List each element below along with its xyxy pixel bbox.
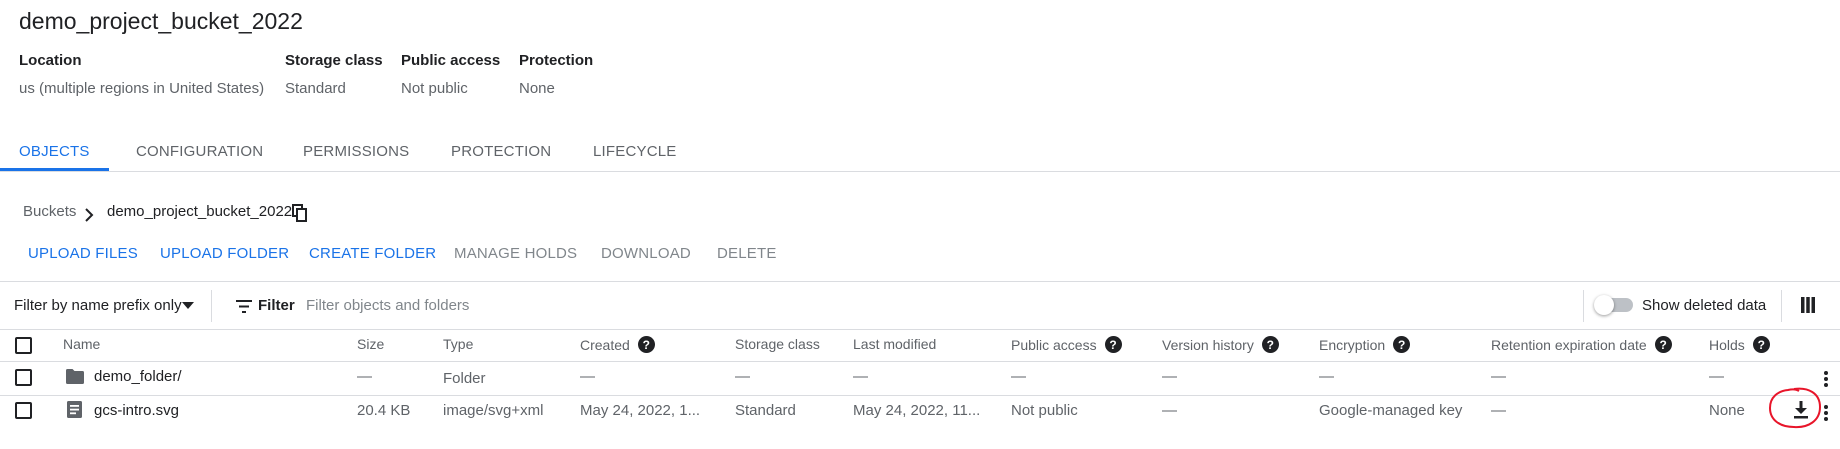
public-access-label: Public access [401,52,501,69]
column-header-label: Version history [1162,336,1254,353]
column-header-size[interactable]: Size [357,336,384,352]
help-icon[interactable]: ? [1261,336,1279,353]
help-icon[interactable]: ? [1393,336,1411,353]
select-all-checkbox[interactable] [15,337,32,354]
column-header-public-access[interactable]: Public access? [1011,336,1122,353]
row-version-history: — [1162,402,1177,419]
manage-holds-button[interactable]: MANAGE HOLDS [454,245,577,262]
help-icon[interactable]: ? [1104,336,1122,353]
row-retention: — [1491,402,1506,419]
filter-label[interactable]: Filter [258,297,295,314]
folder-icon [66,369,84,384]
tab-permissions[interactable]: PERMISSIONS [303,143,409,160]
filter-mode-select[interactable]: Filter by name prefix only [14,297,182,314]
row-size: — [357,368,372,385]
row-version-history: — [1162,368,1177,385]
row-name-link[interactable]: demo_folder/ [94,368,182,385]
create-folder-button[interactable]: CREATE FOLDER [309,245,436,262]
tab-bar: OBJECTS CONFIGURATION PERMISSIONS PROTEC… [0,140,1840,172]
row-storage-class: Standard [735,402,796,419]
filter-icon [236,300,252,313]
breadcrumb-current: demo_project_bucket_2022 [107,203,293,220]
delete-button[interactable]: DELETE [717,245,777,262]
file-icon [67,401,82,418]
help-icon[interactable]: ? [1654,336,1672,353]
storage-class-value: Standard [285,80,346,97]
row-size: 20.4 KB [357,402,411,419]
filter-divider [211,290,212,322]
divider [0,395,1840,396]
column-header-label: Public access [1011,336,1097,353]
column-header-label: Created [580,336,630,353]
column-header-label: Holds [1709,336,1745,353]
column-header-name[interactable]: Name [63,336,100,352]
chevron-right-icon [85,208,94,222]
row-created: — [580,368,595,385]
column-header-storage-class[interactable]: Storage class [735,336,820,352]
protection-value: None [519,80,555,97]
column-header-encryption[interactable]: Encryption? [1319,336,1411,353]
filter-input[interactable]: Filter objects and folders [306,297,469,314]
row-public-access: Not public [1011,402,1078,419]
column-header-holds[interactable]: Holds? [1709,336,1770,353]
column-header-last-modified[interactable]: Last modified [853,336,936,352]
help-icon[interactable]: ? [1752,336,1770,353]
row-storage-class: — [735,368,750,385]
tab-configuration[interactable]: CONFIGURATION [136,143,263,160]
row-name-link[interactable]: gcs-intro.svg [94,402,179,419]
row-checkbox[interactable] [15,369,32,386]
tab-lifecycle[interactable]: LIFECYCLE [593,143,677,160]
row-holds: — [1709,368,1724,385]
row-encryption: Google-managed key [1319,402,1463,419]
toggle-knob[interactable] [1594,295,1614,315]
copy-icon[interactable] [292,204,308,222]
row-checkbox[interactable] [15,402,32,419]
caret-down-icon [182,302,194,309]
column-header-label: Size [357,336,385,352]
help-icon[interactable]: ? [637,336,655,353]
location-label: Location [19,52,82,69]
columns-divider [1781,290,1782,322]
column-header-label: Name [63,336,101,352]
row-public-access: — [1011,368,1026,385]
column-header-label: Type [443,336,474,352]
location-value: us (multiple regions in United States) [19,80,265,97]
column-header-label: Retention expiration date [1491,336,1647,353]
column-header-version-history[interactable]: Version history? [1162,336,1279,353]
column-header-label: Encryption [1319,336,1386,353]
protection-label: Protection [519,52,594,69]
divider [0,361,1840,362]
row-retention: — [1491,368,1506,385]
row-type: image/svg+xml [443,402,544,419]
public-access-value: Not public [401,80,468,97]
upload-files-button[interactable]: UPLOAD FILES [28,245,138,262]
breadcrumb-buckets[interactable]: Buckets [23,203,76,220]
row-encryption: — [1319,368,1334,385]
active-tab-indicator [0,168,109,171]
upload-folder-button[interactable]: UPLOAD FOLDER [160,245,289,262]
bucket-title: demo_project_bucket_2022 [19,8,303,34]
divider [0,329,1840,330]
column-header-created[interactable]: Created? [580,336,655,353]
storage-class-label: Storage class [285,52,383,69]
annotation-circle [1768,387,1822,429]
columns-icon[interactable] [1801,297,1815,313]
show-deleted-label: Show deleted data [1642,297,1767,314]
row-type: Folder [443,370,486,387]
column-header-retention[interactable]: Retention expiration date? [1491,336,1672,353]
row-last-modified: May 24, 2022, 11... [853,402,981,419]
toggle-divider [1583,290,1584,322]
tab-objects[interactable]: OBJECTS [19,143,90,160]
download-button[interactable]: DOWNLOAD [601,245,691,262]
tab-protection[interactable]: PROTECTION [451,143,551,160]
row-created: May 24, 2022, 1... [580,402,701,419]
column-header-type[interactable]: Type [443,336,473,352]
column-header-label: Last modified [853,336,937,352]
row-last-modified: — [853,368,868,385]
divider [0,281,1840,282]
row-holds: None [1709,402,1745,419]
column-header-label: Storage class [735,336,820,352]
